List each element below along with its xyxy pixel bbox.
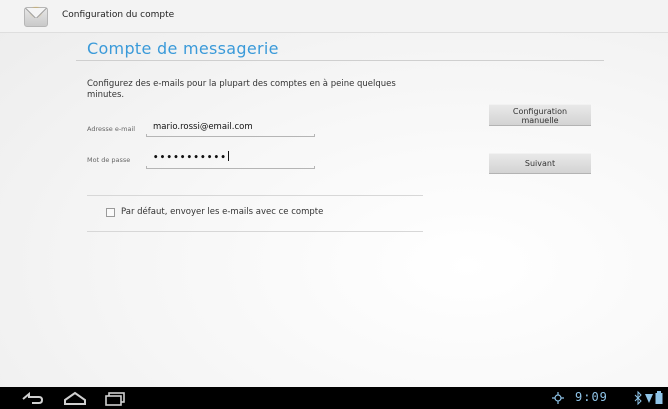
bluetooth-icon — [634, 390, 642, 406]
next-button[interactable]: Suivant — [489, 153, 591, 174]
battery-icon — [655, 391, 663, 404]
recent-apps-icon[interactable] — [104, 390, 128, 406]
default-account-checkbox[interactable] — [106, 208, 115, 217]
password-masked-value: ••••••••••• — [153, 153, 228, 163]
mail-envelope-icon[interactable] — [24, 7, 48, 27]
text-cursor — [228, 151, 230, 161]
manual-setup-label-line1: Configuration — [512, 107, 568, 116]
password-label: Mot de passe — [87, 156, 131, 164]
usb-debug-icon — [552, 392, 564, 404]
separator-top — [87, 195, 423, 196]
action-bar: Configuration du compte — [0, 0, 668, 33]
default-account-label[interactable]: Par défaut, envoyer les e-mails avec ce … — [121, 207, 323, 217]
manual-setup-button[interactable]: Configuration manuelle — [489, 104, 591, 126]
title-divider — [76, 60, 604, 61]
email-field[interactable]: mario.rossi@email.com — [153, 122, 253, 134]
home-icon[interactable] — [62, 390, 88, 406]
page-title: Compte de messagerie — [87, 39, 279, 58]
email-label: Adresse e-mail — [87, 125, 136, 133]
wifi-signal-icon — [645, 394, 653, 403]
app-title: Configuration du compte — [62, 10, 175, 20]
separator-bottom — [87, 231, 423, 232]
manual-setup-label-line2: manuelle — [521, 116, 559, 125]
setup-description: Configurez des e-mails pour la plupart d… — [87, 79, 396, 100]
system-nav-bar: 9:09 — [0, 387, 668, 409]
back-icon[interactable] — [20, 390, 44, 406]
status-clock: 9:09 — [575, 390, 608, 404]
email-field-underline — [146, 134, 315, 137]
password-field[interactable]: ••••••••••• — [153, 151, 230, 163]
password-field-underline — [146, 166, 315, 169]
